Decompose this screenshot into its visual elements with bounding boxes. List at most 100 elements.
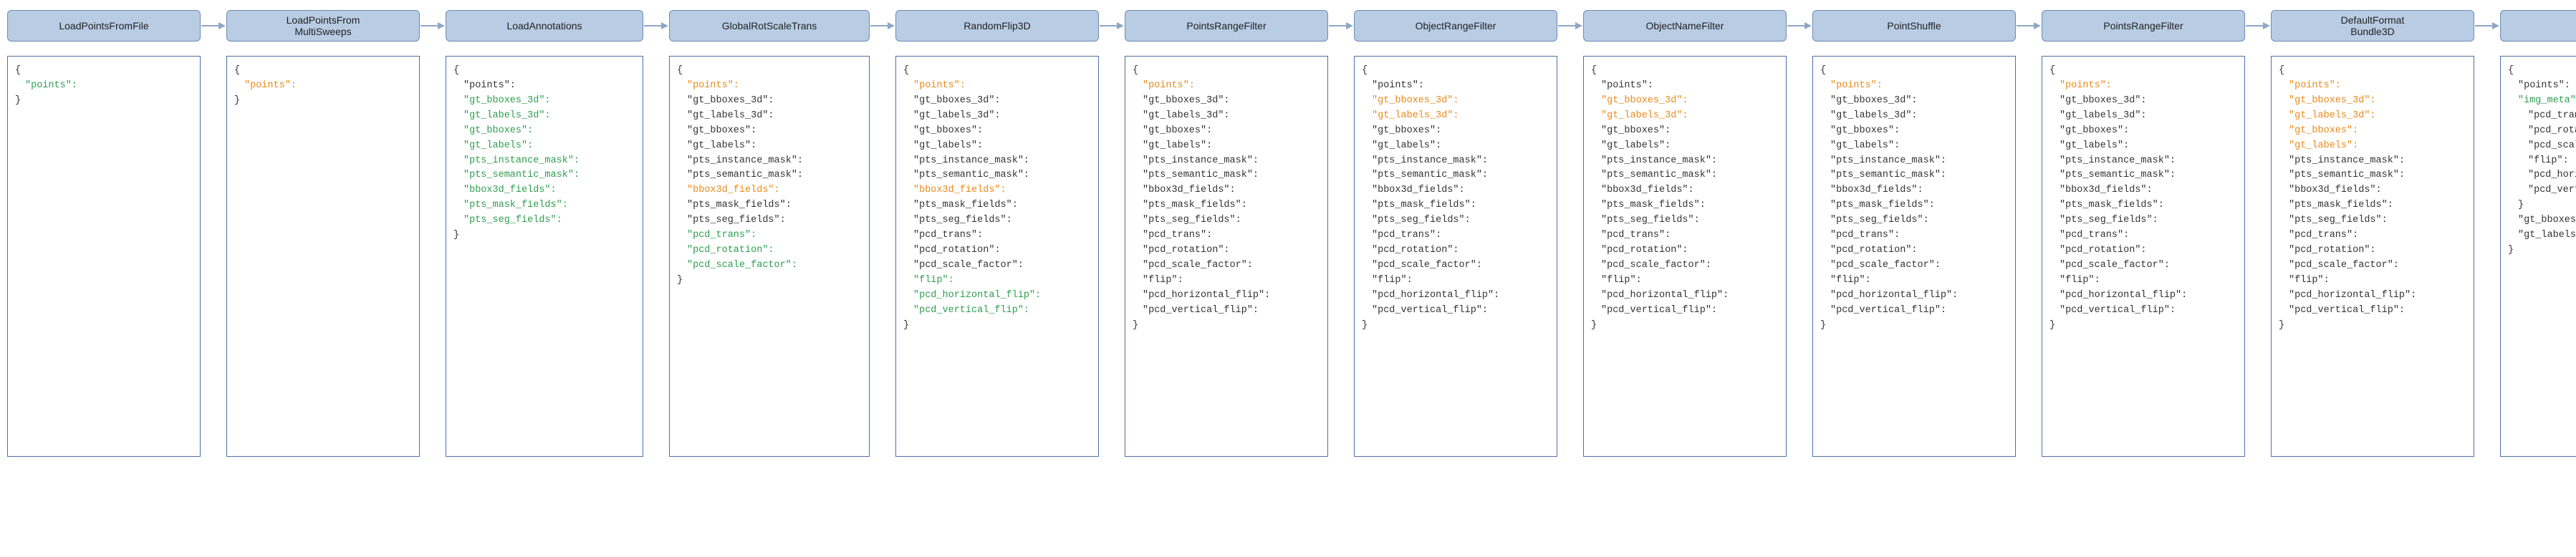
dict-key-points: "points": [234,79,412,94]
pipeline-node-points-range-filter-2: PointsRangeFilter [2042,10,2245,42]
dict-key-gt-bboxes-3d: "gt_bboxes_3d": [1362,94,1549,109]
dict-key-bbox3d-fields: "bbox3d_fields": [453,183,635,198]
dict-key-pcd-vertical-flip: "pcd_vertical_flip": [903,304,1091,319]
dict-key-bbox3d-fields: "bbox3d_fields": [1820,183,2008,198]
dict-key-pcd-rotation: "pcd_rotation": [2279,243,2466,258]
dict-key-flip: "flip": [1591,273,1779,289]
dict-box-points-range-filter-2: {"points":"gt_bboxes_3d":"gt_labels_3d":… [2042,56,2245,457]
dict-key-bbox3d-fields: "bbox3d_fields": [1133,183,1320,198]
pipeline-step-point-shuffle: PointShuffle{"points":"gt_bboxes_3d":"gt… [1812,9,2016,457]
dict-key-pcd-trans: "pcd_trans": [903,228,1091,243]
dict-key-gt-labels-3d: "gt_labels_3d": [1133,109,1320,124]
dict-key-gt-labels: "gt_labels": [2049,139,2237,154]
dict-key-gt-labels-3d: "gt_labels_3d": [1591,109,1779,124]
dict-key-pcd-scale-factor: "pcd_scale_factor": [1820,258,2008,273]
dict-key-bbox3d-fields: "bbox3d_fields": [2279,183,2466,198]
dict-key-pts-seg-fields: "pts_seg_fields": [2049,213,2237,228]
pipeline-arrow-gap [2016,9,2042,457]
dict-key-flip: "flip": [2049,273,2237,289]
dict-key-gt-labels: "gt_labels": [1591,139,1779,154]
dict-key-pts-instance-mask: "pts_instance_mask": [453,154,635,169]
brace-open: { [903,64,1091,79]
dict-key-pts-instance-mask: "pts_instance_mask": [2279,154,2466,169]
dict-key-pts-mask-fields: "pts_mask_fields": [453,198,635,213]
dict-key-points: "points": [903,79,1091,94]
dict-key-flip: "flip": [2508,154,2576,169]
arrow-right-icon [1557,21,1583,31]
pipeline-node-random-flip-3d: RandomFlip3D [895,10,1099,42]
dict-key-points: "points": [2049,79,2237,94]
dict-key-points: "points": [2279,79,2466,94]
dict-key-pts-semantic-mask: "pts_semantic_mask": [2279,168,2466,183]
arrow-right-icon [2016,21,2042,31]
dict-key-points: "points": [677,79,862,94]
dict-key-gt-bboxes: "gt_bboxes": [903,124,1091,139]
dict-key-pcd-vertical-flip: "pcd_vertical_flip": [2049,304,2237,319]
dict-key-pcd-scale-factor: "pcd_scale_factor": [2049,258,2237,273]
pipeline-arrow-gap [643,9,669,457]
dict-key-gt-bboxes: "gt_bboxes": [1591,124,1779,139]
dict-key-gt-labels: "gt_labels": [1820,139,2008,154]
dict-key-pcd-scale-factor: "pcd_scale_factor": [677,258,862,273]
pipeline-step-load-points-from-file: LoadPointsFromFile {"points":} [7,9,201,457]
dict-key-pcd-scale-factor: "pcd_scale_factor": [1133,258,1320,273]
dict-key-gt-labels: "gt_labels": [903,139,1091,154]
dict-key-pcd-vertical-flip: "pcd_vertical_flip": [2279,304,2466,319]
brace-open: { [677,64,862,79]
brace-open: { [1133,64,1320,79]
dict-key-pcd-rotation: "pcd_rotation": [903,243,1091,258]
dict-key-pts-seg-fields: "pts_seg_fields": [2279,213,2466,228]
dict-key-pts-semantic-mask: "pts_semantic_mask": [453,168,635,183]
arrow-right-icon [201,21,226,31]
dict-key-flip: "flip": [903,273,1091,289]
dict-key-pts-semantic-mask: "pts_semantic_mask": [1820,168,2008,183]
step-header: PointsRangeFilter [1125,9,1328,43]
brace-close: } [2049,319,2237,334]
dict-key-pcd-horizontal-flip: "pcd_horizontal_flip": [2279,289,2466,304]
dict-key-pts-mask-fields: "pts_mask_fields": [903,198,1091,213]
dict-key-pcd-horizontal-flip: "pcd_horizontal_flip": [1591,289,1779,304]
dict-key-pts-mask-fields: "pts_mask_fields": [2279,198,2466,213]
dict-key-gt-labels: "gt_labels": [453,139,635,154]
dict-box-default-format-bundle-3d: {"points":"gt_bboxes_3d":"gt_labels_3d":… [2271,56,2474,457]
dict-key-gt-bboxes: "gt_bboxes": [677,124,862,139]
dict-key-pts-semantic-mask: "pts_semantic_mask": [1591,168,1779,183]
pipeline-step-points-range-filter-1: PointsRangeFilter{"points":"gt_bboxes_3d… [1125,9,1328,457]
dict-key-gt-bboxes-3d: "gt_bboxes_3d": [2049,94,2237,109]
dict-key-gt-labels: "gt_labels": [677,139,862,154]
dict-key-points: "points": [1820,79,2008,94]
dict-box-load-points-from-file: {"points":} [7,56,201,457]
brace-close: } [1820,319,2008,334]
pipeline-node-load-points-from-file: LoadPointsFromFile [7,10,201,42]
pipeline-arrow-gap [1557,9,1583,457]
dict-box-global-rot-scale-trans: {"points":"gt_bboxes_3d":"gt_labels_3d":… [669,56,870,457]
dict-key-bbox3d-fields: "bbox3d_fields": [1591,183,1779,198]
dict-box-collect-3d: {"points":"img_meta": {"pcd_trans":"pcd_… [2500,56,2576,457]
dict-key-gt-labels-3d: "gt_labels_3d": [1820,109,2008,124]
dict-key-pcd-vertical-flip: "pcd_vertical_flip": [2508,183,2576,198]
dict-key-pcd-rotation: "pcd_rotation": [1133,243,1320,258]
dict-key-flip: "flip": [1362,273,1549,289]
step-header: LoadPointsFromFile [7,9,201,43]
step-header: GlobalRotScaleTrans [669,9,870,43]
dict-key-pts-semantic-mask: "pts_semantic_mask": [2049,168,2237,183]
brace-open: { [1362,64,1549,79]
arrow-right-icon [643,21,669,31]
pipeline-node-default-format-bundle-3d: DefaultFormat Bundle3D [2271,10,2474,42]
dict-key-gt-labels: "gt_labels": [1133,139,1320,154]
dict-box-random-flip-3d: {"points":"gt_bboxes_3d":"gt_labels_3d":… [895,56,1099,457]
dict-key-gt-labels-3d: "gt_labels_3d": [453,109,635,124]
pipeline-node-load-annotations: LoadAnnotations [446,10,643,42]
brace-close: } [234,94,412,109]
pipeline-arrow-gap [2245,9,2271,457]
pipeline-step-default-format-bundle-3d: DefaultFormat Bundle3D {"points":"gt_bbox… [2271,9,2474,457]
dict-key-gt-bboxes-3d: "gt_bboxes_3d": [677,94,862,109]
dict-key-bbox3d-fields: "bbox3d_fields": [2049,183,2237,198]
dict-key-gt-labels: "gt_labels": [2279,139,2466,154]
dict-key-gt-bboxes: "gt_bboxes": [2279,124,2466,139]
dict-key-pcd-trans: "pcd_trans": [1133,228,1320,243]
dict-key-img-meta: "img_meta": { [2508,94,2576,109]
step-header: RandomFlip3D [895,9,1099,43]
pipeline-arrow-gap [1099,9,1125,457]
pipeline-step-global-rot-scale-trans: GlobalRotScaleTrans {"points":"gt_bboxes_… [669,9,870,457]
